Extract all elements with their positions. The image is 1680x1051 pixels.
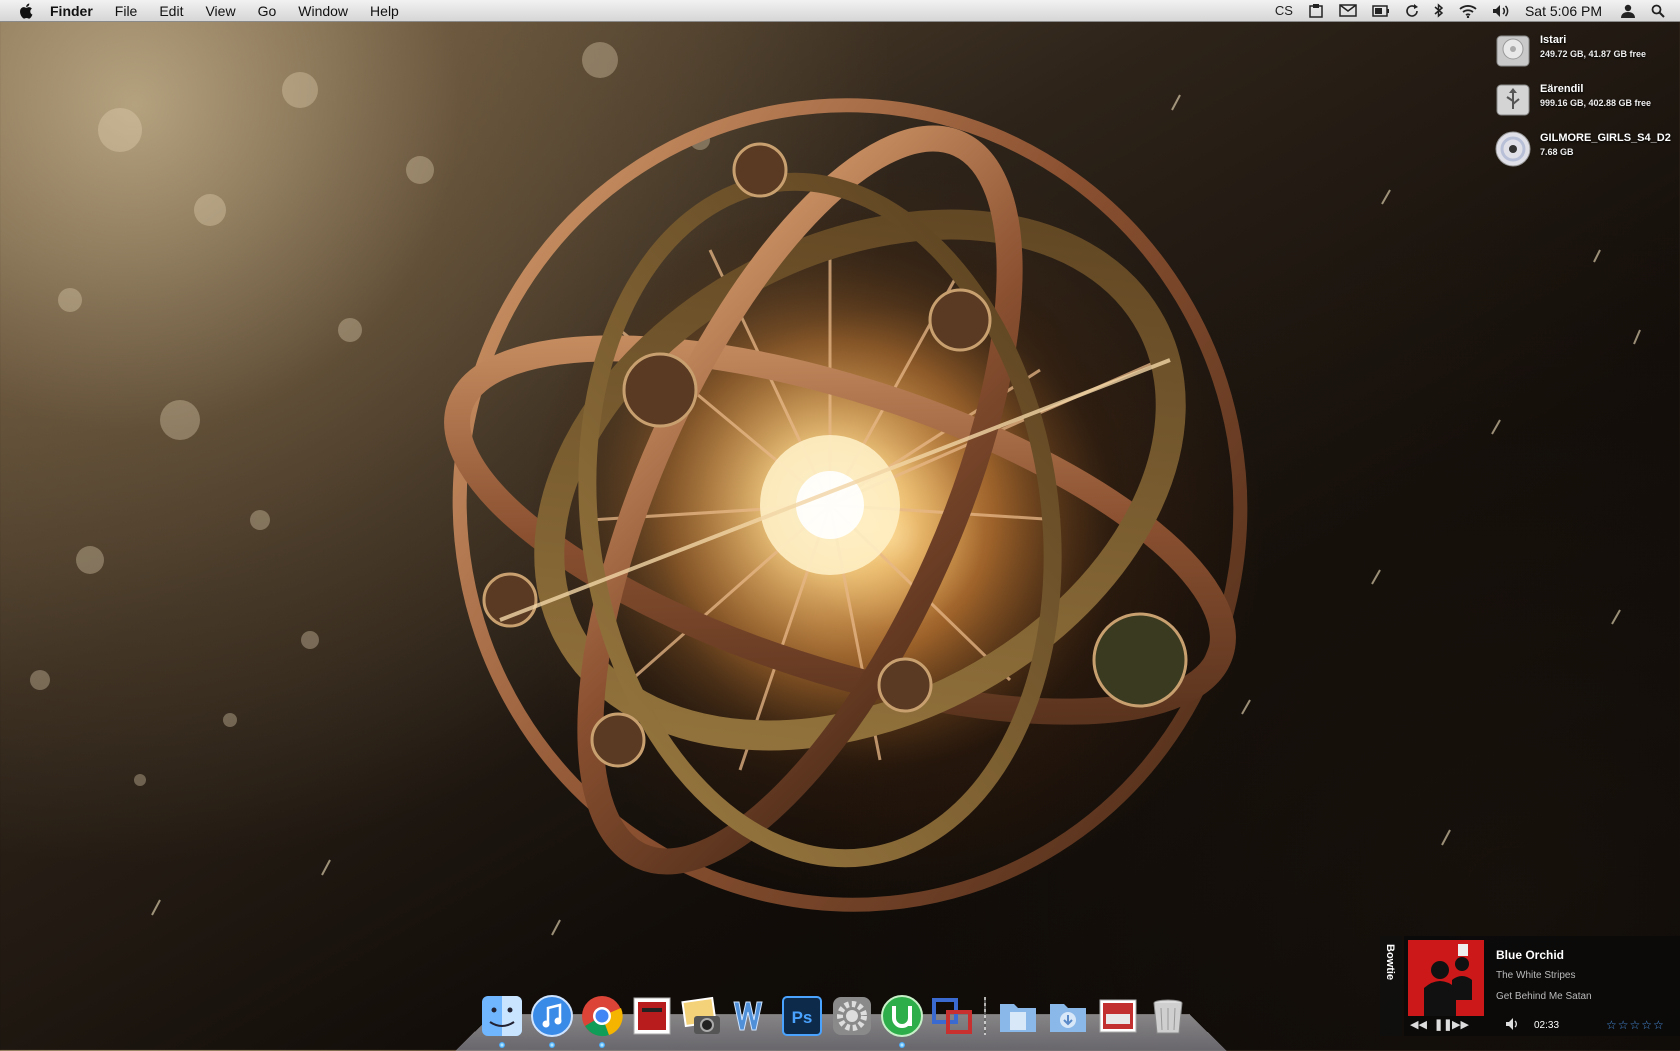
user-icon[interactable] bbox=[1620, 4, 1636, 18]
bowtie-label: Bowtie bbox=[1384, 944, 1396, 981]
mail-icon[interactable] bbox=[1339, 4, 1357, 17]
bowtie-panel: Blue Orchid The White Stripes Get Behind… bbox=[1404, 936, 1680, 1036]
volume-icon[interactable] bbox=[1492, 4, 1510, 18]
dock-iphoto[interactable] bbox=[680, 994, 724, 1038]
volume-name: Eärendil bbox=[1540, 83, 1584, 95]
apple-menu-icon[interactable] bbox=[18, 2, 36, 20]
dock-word[interactable] bbox=[730, 994, 774, 1038]
menu-extras: CS Sat 5:06 PM bbox=[1275, 0, 1680, 22]
clipboard-icon[interactable] bbox=[1308, 3, 1324, 18]
volume-info: 7.68 GB bbox=[1540, 147, 1574, 157]
cs-status-icon[interactable]: CS bbox=[1275, 3, 1293, 18]
dock-utorrent[interactable] bbox=[880, 994, 924, 1048]
menu-help[interactable]: Help bbox=[370, 3, 399, 19]
menu-clock[interactable]: Sat 5:06 PM bbox=[1525, 3, 1602, 19]
next-track-icon[interactable]: ▶▶ bbox=[1452, 1018, 1469, 1031]
dock-coda[interactable] bbox=[930, 994, 974, 1038]
downloads-folder-icon bbox=[1050, 1004, 1086, 1032]
dock-mail-stamp[interactable] bbox=[630, 994, 674, 1038]
running-indicator bbox=[599, 1042, 605, 1048]
song-album: Get Behind Me Satan bbox=[1496, 991, 1592, 1002]
menu-finder[interactable]: Finder bbox=[50, 3, 93, 19]
volume-info: 249.72 GB, 41.87 GB free bbox=[1540, 49, 1647, 59]
elapsed-time: 02:33 bbox=[1534, 1020, 1560, 1031]
playback-controls: ◀◀ ❚❚ ▶▶ 02:33 ☆☆☆☆☆ bbox=[1410, 1018, 1676, 1034]
hard-drive-icon bbox=[1496, 35, 1530, 67]
menu-window[interactable]: Window bbox=[298, 3, 348, 19]
photo-stack-icon bbox=[1099, 999, 1137, 1033]
battery-icon[interactable] bbox=[1372, 4, 1390, 17]
bluetooth-icon[interactable] bbox=[1434, 3, 1444, 18]
dock-separator bbox=[984, 997, 986, 1035]
rating-stars[interactable]: ☆☆☆☆☆ bbox=[1606, 1018, 1665, 1032]
menu-file[interactable]: File bbox=[115, 3, 138, 19]
dock-trash[interactable] bbox=[1146, 994, 1190, 1038]
volume-name: Istari bbox=[1540, 34, 1567, 46]
dock-stack-pictures[interactable] bbox=[1096, 994, 1140, 1038]
dock-chrome[interactable] bbox=[580, 994, 624, 1048]
bowtie-widget: Bowtie Blue Orchid The White Stripes Get… bbox=[1380, 936, 1680, 1036]
volume-earendil[interactable]: Eärendil 999.16 GB, 402.88 GB free bbox=[1494, 79, 1680, 125]
dock-stack-downloads[interactable] bbox=[1046, 994, 1090, 1038]
volume-istari[interactable]: Istari 249.72 GB, 41.87 GB free bbox=[1494, 30, 1680, 76]
volume-name: GILMORE_GIRLS_S4_D2 bbox=[1540, 132, 1671, 144]
wallpaper-armillary-sphere bbox=[30, 42, 1641, 936]
dock-finder[interactable] bbox=[480, 994, 524, 1048]
svg-text:Ps: Ps bbox=[792, 1008, 813, 1027]
sync-icon[interactable] bbox=[1405, 3, 1419, 18]
spotlight-search-icon[interactable] bbox=[1651, 4, 1665, 18]
running-indicator bbox=[549, 1042, 555, 1048]
itunes-icon bbox=[531, 995, 573, 1037]
photoshop-icon: Ps bbox=[782, 996, 822, 1036]
running-indicator bbox=[899, 1042, 905, 1048]
dock-stack-documents[interactable] bbox=[996, 994, 1040, 1038]
pause-icon[interactable]: ❚❚ bbox=[1434, 1018, 1452, 1031]
dock-itunes[interactable] bbox=[530, 994, 574, 1048]
previous-track-icon[interactable]: ◀◀ bbox=[1410, 1018, 1427, 1031]
menu-edit[interactable]: Edit bbox=[159, 3, 183, 19]
dvd-icon bbox=[1495, 131, 1531, 167]
menu-bar: Finder File Edit View Go Window Help CS … bbox=[0, 0, 1680, 22]
volume-info: 999.16 GB, 402.88 GB free bbox=[1540, 98, 1652, 108]
dock: Ps bbox=[480, 986, 1196, 1048]
song-title: Blue Orchid bbox=[1496, 948, 1565, 962]
word-icon bbox=[733, 1001, 763, 1031]
dock-system-preferences[interactable] bbox=[830, 994, 874, 1038]
folder-icon bbox=[1000, 1004, 1036, 1032]
bowtie-tab[interactable]: Bowtie bbox=[1380, 936, 1402, 1036]
coda-icon bbox=[932, 998, 972, 1034]
volume-gilmore-girls-dvd[interactable]: GILMORE_GIRLS_S4_D2 7.68 GB bbox=[1494, 128, 1680, 174]
chrome-icon bbox=[582, 996, 623, 1037]
volume-icon[interactable] bbox=[1506, 1018, 1520, 1033]
menu-go[interactable]: Go bbox=[258, 3, 277, 19]
utorrent-icon bbox=[881, 995, 923, 1037]
usb-drive-icon bbox=[1496, 84, 1530, 116]
stamp-app-icon bbox=[633, 997, 671, 1035]
album-cover bbox=[1408, 940, 1484, 1016]
menu-view[interactable]: View bbox=[205, 3, 235, 19]
running-indicator bbox=[499, 1042, 505, 1048]
iphoto-icon bbox=[681, 996, 720, 1034]
dock-photoshop[interactable]: Ps bbox=[780, 994, 824, 1038]
trash-icon bbox=[1153, 999, 1183, 1034]
gear-icon bbox=[833, 997, 871, 1035]
finder-icon bbox=[482, 996, 522, 1036]
wifi-icon[interactable] bbox=[1459, 4, 1477, 18]
song-artist: The White Stripes bbox=[1496, 970, 1576, 981]
cs-status-label: CS bbox=[1274, 3, 1293, 18]
